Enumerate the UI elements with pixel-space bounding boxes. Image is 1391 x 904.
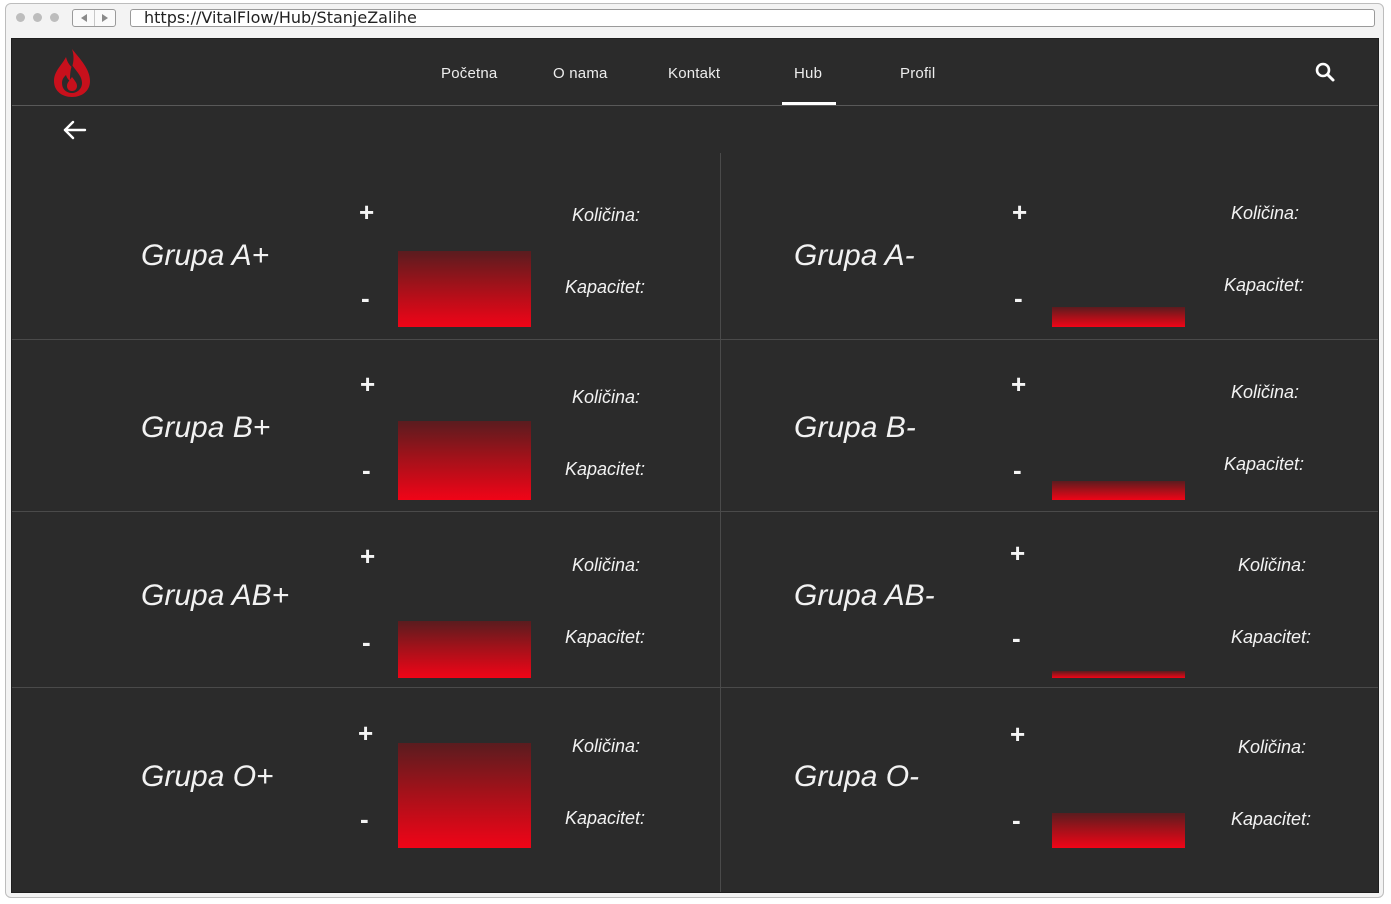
forward-nav-icon[interactable] [102,14,108,22]
capacity-label: Kapacitet: [1231,627,1312,647]
window-close-dot[interactable] [16,13,25,22]
active-tab-indicator [782,102,836,105]
top-navigation: Početna O nama Kontakt Hub Profil [12,39,1378,106]
increase-button[interactable]: + [360,369,375,400]
nav-link-o-nama[interactable]: O nama [553,65,608,82]
increase-button[interactable]: + [1010,538,1025,569]
row-divider [12,511,1378,512]
browser-toolbar: https://VitalFlow/Hub/StanjeZalihe [6,4,1383,38]
stock-level-bar [1052,481,1185,500]
increase-button[interactable]: + [1012,197,1027,228]
stock-level-bar [398,421,531,500]
nav-link-profil[interactable]: Profil [900,65,935,82]
increase-button[interactable]: + [358,718,373,749]
group-title: Grupa B- [794,411,916,444]
stock-level-bar [398,251,531,327]
group-title: Grupa A+ [141,239,270,272]
increase-button[interactable]: + [360,541,375,572]
quantity-label: Količina: [572,387,641,407]
capacity-label: Kapacitet: [565,277,646,297]
decrease-button[interactable]: - [361,283,370,314]
quantity-label: Količina: [572,555,641,575]
stock-level-bar [398,621,531,678]
nav-link-hub[interactable]: Hub [794,65,822,82]
quantity-label: Količina: [1238,555,1307,575]
quantity-label: Količina: [1231,382,1300,402]
row-divider [12,339,1378,340]
quantity-label: Količina: [572,736,641,756]
capacity-label: Kapacitet: [565,808,646,828]
group-title: Grupa O+ [141,760,274,793]
capacity-label: Kapacitet: [565,459,646,479]
browser-history-buttons [72,9,116,27]
quantity-label: Količina: [1231,203,1300,223]
capacity-label: Kapacitet: [1224,275,1305,295]
group-title: Grupa AB- [794,579,935,612]
decrease-button[interactable]: - [362,455,371,486]
row-divider [12,687,1378,688]
increase-button[interactable]: + [359,197,374,228]
decrease-button[interactable]: - [1013,455,1022,486]
group-title: Grupa A- [794,239,915,272]
search-icon[interactable] [1314,61,1336,83]
decrease-button[interactable]: - [1012,805,1021,836]
decrease-button[interactable]: - [1012,623,1021,654]
group-title: Grupa AB+ [141,579,290,612]
quantity-label: Količina: [572,205,641,225]
app-viewport: Početna O nama Kontakt Hub Profil Grupa … [11,38,1379,893]
capacity-label: Kapacitet: [565,627,646,647]
window-minimize-dot[interactable] [33,13,42,22]
group-title: Grupa B+ [141,411,271,444]
group-title: Grupa O- [794,760,920,793]
stock-level-bar [1052,671,1185,678]
nav-link-pocetna[interactable]: Početna [441,65,497,82]
decrease-button[interactable]: - [362,627,371,658]
window-zoom-dot[interactable] [50,13,59,22]
quantity-label: Količina: [1238,737,1307,757]
decrease-button[interactable]: - [360,804,369,835]
stock-level-bar [1052,813,1185,848]
back-arrow-icon[interactable] [62,119,88,141]
vitalflow-logo-icon[interactable] [50,47,94,99]
address-bar[interactable]: https://VitalFlow/Hub/StanjeZalihe [130,9,1375,27]
back-nav-icon[interactable] [81,14,87,22]
increase-button[interactable]: + [1011,369,1026,400]
stock-level-bar [398,743,531,848]
decrease-button[interactable]: - [1014,283,1023,314]
column-divider [720,153,721,892]
browser-window: https://VitalFlow/Hub/StanjeZalihe Počet… [5,3,1384,898]
capacity-label: Kapacitet: [1231,809,1312,829]
capacity-label: Kapacitet: [1224,454,1305,474]
nav-link-kontakt[interactable]: Kontakt [668,65,720,82]
stock-level-bar [1052,307,1185,327]
increase-button[interactable]: + [1010,719,1025,750]
